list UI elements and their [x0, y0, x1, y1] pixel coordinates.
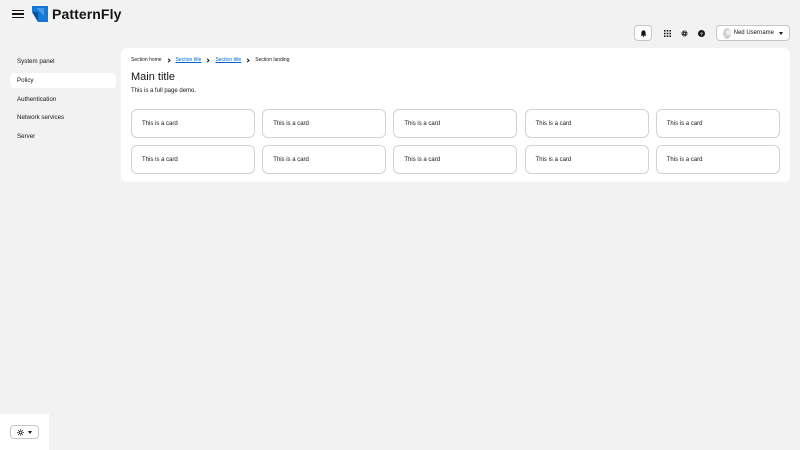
theme-switcher-button[interactable]	[10, 425, 39, 439]
breadcrumb-link[interactable]: Section title	[215, 57, 241, 63]
card[interactable]: This is a card	[655, 145, 780, 174]
card-grid: This is a card This is a card This is a …	[131, 109, 780, 174]
sidebar-nav: System panel Policy Authentication Netwo…	[10, 54, 116, 148]
chevron-right-icon	[245, 57, 250, 63]
notifications-button[interactable]	[634, 25, 652, 41]
sidebar-item-network-services[interactable]: Network services	[10, 110, 116, 125]
caret-down-icon	[779, 31, 783, 35]
brand-name: PatternFly	[52, 6, 122, 22]
card[interactable]: This is a card	[131, 145, 255, 174]
sidebar-item-policy[interactable]: Policy	[10, 72, 116, 88]
settings-button[interactable]	[678, 25, 690, 41]
patternfly-logo	[32, 6, 48, 22]
chevron-right-icon	[205, 57, 211, 63]
card[interactable]: This is a card	[524, 109, 649, 138]
card[interactable]: This is a card	[655, 109, 780, 138]
breadcrumb-link[interactable]: Section title	[176, 57, 202, 63]
chevron-right-icon	[165, 57, 171, 63]
card[interactable]: This is a card	[393, 109, 518, 138]
main-content: Section home Section title Section title…	[121, 48, 790, 182]
sidebar-item-system-panel[interactable]: System panel	[10, 54, 116, 69]
hamburger-icon[interactable]	[12, 8, 24, 20]
svg-text:?: ?	[700, 31, 703, 37]
masthead: PatternFly ? Ned Username	[0, 0, 800, 48]
question-circle-icon: ?	[697, 29, 705, 37]
page-title: Main title	[131, 71, 176, 83]
avatar	[723, 27, 731, 39]
app-launcher-button[interactable]	[661, 25, 673, 41]
sidebar-item-authentication[interactable]: Authentication	[10, 92, 116, 107]
grid-icon	[663, 29, 671, 37]
card[interactable]: This is a card	[393, 145, 518, 174]
brand[interactable]: PatternFly	[32, 6, 121, 22]
bell-icon	[640, 29, 646, 37]
page-description: This is a full page demo.	[131, 88, 197, 94]
card[interactable]: This is a card	[262, 109, 387, 138]
user-name: Ned Username	[733, 30, 774, 36]
sun-icon	[17, 428, 24, 436]
sidebar-item-server[interactable]: Server	[10, 129, 116, 144]
breadcrumb-item: Section home	[131, 57, 162, 63]
user-dropdown[interactable]: Ned Username	[716, 25, 790, 41]
theme-panel	[0, 414, 49, 450]
card[interactable]: This is a card	[131, 109, 255, 138]
card[interactable]: This is a card	[524, 145, 649, 174]
breadcrumb-current: Section landing	[255, 57, 290, 63]
breadcrumb: Section home Section title Section title…	[131, 57, 290, 63]
gear-icon	[680, 29, 688, 37]
help-button[interactable]: ?	[695, 25, 707, 41]
card[interactable]: This is a card	[262, 145, 387, 174]
caret-down-icon	[28, 430, 32, 434]
